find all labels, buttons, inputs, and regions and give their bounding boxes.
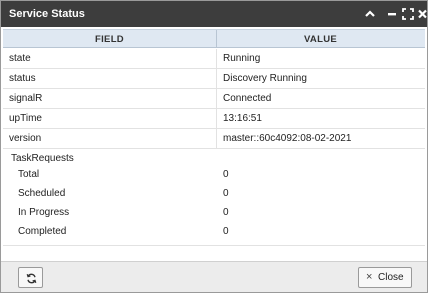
list-item: Total 0 xyxy=(3,166,425,185)
minimize-icon[interactable] xyxy=(385,7,399,21)
chevron-up-icon[interactable] xyxy=(363,7,377,21)
row-divider xyxy=(216,89,217,108)
table-header: FIELD VALUE xyxy=(3,29,425,48)
row-field: signalR xyxy=(9,93,43,104)
row-value: master::60c4092:08-02-2021 xyxy=(223,133,352,144)
row-value: Discovery Running xyxy=(223,73,307,84)
table-row: upTime 13:16:51 xyxy=(3,109,425,129)
table-row: state Running xyxy=(3,49,425,69)
task-value-scheduled: 0 xyxy=(223,188,229,199)
task-value-in-progress: 0 xyxy=(223,207,229,218)
refresh-icon xyxy=(26,273,37,284)
task-requests-title: TaskRequests xyxy=(11,153,74,164)
row-field: state xyxy=(9,53,31,64)
dialog-footer: × Close xyxy=(1,261,427,292)
close-icon[interactable] xyxy=(418,7,427,21)
task-label-completed: Completed xyxy=(18,226,67,237)
dialog-title: Service Status xyxy=(9,8,85,20)
maximize-icon[interactable] xyxy=(401,7,415,21)
row-field: version xyxy=(9,133,42,144)
table-row: version master::60c4092:08-02-2021 xyxy=(3,129,425,149)
row-divider xyxy=(216,69,217,88)
close-button-label: Close xyxy=(378,272,404,283)
column-header-field[interactable]: FIELD xyxy=(3,34,216,45)
list-item: Completed 0 xyxy=(3,223,425,242)
service-status-dialog: Service Status FIELD VALUE state Running xyxy=(0,0,428,293)
table-row: status Discovery Running xyxy=(3,69,425,89)
table-row: signalR Connected xyxy=(3,89,425,109)
task-value-total: 0 xyxy=(223,169,229,180)
title-bar[interactable]: Service Status xyxy=(1,1,427,27)
task-label-scheduled: Scheduled xyxy=(18,188,66,199)
list-item: In Progress 0 xyxy=(3,204,425,223)
row-divider xyxy=(216,49,217,68)
row-divider xyxy=(216,129,217,148)
task-requests-group: TaskRequests Total 0 Scheduled 0 In Prog… xyxy=(3,149,425,246)
task-label-total: Total xyxy=(18,169,40,180)
list-item: Scheduled 0 xyxy=(3,185,425,204)
close-button[interactable]: × Close xyxy=(358,267,412,288)
task-label-in-progress: In Progress xyxy=(18,207,70,218)
row-value: Running xyxy=(223,53,261,64)
row-divider xyxy=(216,109,217,128)
row-value: 13:16:51 xyxy=(223,113,262,124)
row-value: Connected xyxy=(223,93,272,104)
row-field: status xyxy=(9,73,36,84)
row-field: upTime xyxy=(9,113,42,124)
task-value-completed: 0 xyxy=(223,226,229,237)
status-content: FIELD VALUE state Running status Discove… xyxy=(3,28,425,260)
close-x-icon: × xyxy=(366,271,373,283)
column-header-value[interactable]: VALUE xyxy=(216,34,425,45)
refresh-button[interactable] xyxy=(18,267,43,288)
